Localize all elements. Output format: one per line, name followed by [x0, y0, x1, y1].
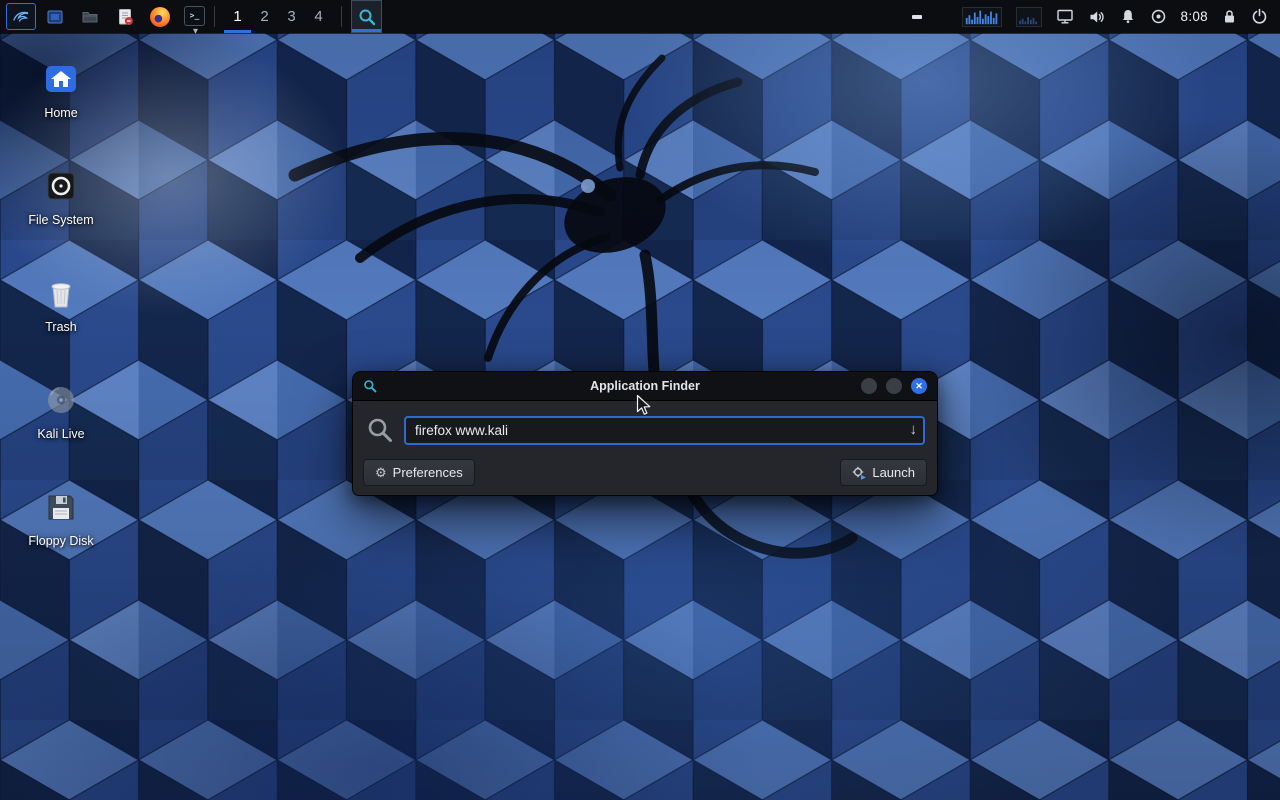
workspace-switcher: 1 2 3 4	[224, 0, 332, 33]
volume-tray-item[interactable]	[1088, 8, 1106, 26]
panel-separator	[214, 6, 215, 27]
launch-icon	[852, 466, 866, 480]
status-circle-icon	[1150, 8, 1167, 25]
terminal-launcher[interactable]: >_ ▾	[184, 6, 205, 28]
desktop-icon-label: Trash	[45, 320, 77, 334]
status-circle-tray-item[interactable]	[1150, 8, 1167, 25]
network-graph-icon[interactable]	[1016, 7, 1042, 27]
window-controls: ✕	[861, 378, 927, 394]
file-system-icon	[44, 169, 78, 203]
show-desktop-launcher[interactable]	[44, 6, 66, 28]
logout-tray-item[interactable]	[1251, 8, 1268, 25]
window-title: Application Finder	[353, 379, 937, 393]
terminal-prompt-glyph: >_	[190, 11, 200, 20]
bell-icon	[1120, 8, 1136, 25]
home-icon	[44, 62, 78, 96]
history-dropdown-icon[interactable]: ↓	[910, 421, 918, 438]
minimize-button[interactable]	[861, 378, 877, 394]
notifications-tray-item[interactable]	[1120, 8, 1136, 25]
workspace-3[interactable]: 3	[278, 0, 305, 33]
top-panel: >_ ▾ 1 2 3 4	[0, 0, 1280, 33]
desktop-icon-label: Floppy Disk	[28, 534, 93, 548]
close-icon: ✕	[915, 382, 923, 391]
workspace-4[interactable]: 4	[305, 0, 332, 33]
display-settings-tray-item[interactable]	[1056, 8, 1074, 25]
maximize-button[interactable]	[886, 378, 902, 394]
search-input[interactable]	[404, 416, 925, 445]
panel-separator	[341, 6, 342, 27]
desktop-icon-kali-live[interactable]: Kali Live	[16, 377, 106, 484]
trash-icon	[44, 276, 78, 310]
application-finder-window: Application Finder ✕ ↓ ⚙ Preferences	[352, 371, 938, 496]
desktop-icon-column: Home File System Trash	[16, 56, 106, 591]
system-tray: 8:08	[912, 7, 1274, 27]
firefox-launcher[interactable]	[149, 6, 171, 28]
launch-button[interactable]: Launch	[840, 459, 927, 486]
desktop-icon-file-system[interactable]: File System	[16, 163, 106, 270]
close-button[interactable]: ✕	[911, 378, 927, 394]
text-editor-launcher[interactable]	[114, 6, 136, 28]
lock-icon	[1222, 8, 1237, 25]
desktop-icon-label: Kali Live	[37, 427, 84, 441]
folder-icon	[80, 7, 100, 27]
workspace-1[interactable]: 1	[224, 0, 251, 33]
firefox-icon	[150, 7, 170, 27]
monitor-icon	[1056, 8, 1074, 25]
preferences-button[interactable]: ⚙ Preferences	[363, 459, 475, 486]
chevron-down-icon[interactable]: ▾	[193, 26, 198, 37]
kali-logo-icon	[11, 7, 31, 27]
panel-launchers: >_ ▾	[44, 6, 205, 28]
desktop-icon-label: File System	[28, 213, 93, 227]
button-row: ⚙ Preferences Launch	[363, 459, 927, 486]
titlebar[interactable]: Application Finder ✕	[353, 372, 937, 401]
taskbar-application-finder[interactable]	[351, 0, 382, 33]
kali-live-disk-icon	[44, 383, 78, 417]
search-entry-wrap: ↓	[404, 416, 925, 445]
gear-icon: ⚙	[375, 466, 387, 479]
tray-indicator	[912, 15, 922, 19]
desktop-icon-floppy-disk[interactable]: Floppy Disk	[16, 484, 106, 591]
speaker-icon	[1088, 8, 1106, 26]
preferences-label: Preferences	[393, 465, 463, 480]
desktop-icon-label: Home	[44, 106, 77, 120]
launch-label: Launch	[872, 465, 915, 480]
window-icon	[45, 7, 65, 27]
cpu-graph-icon[interactable]	[962, 7, 1002, 27]
search-icon	[365, 415, 395, 445]
desktop-icon-trash[interactable]: Trash	[16, 270, 106, 377]
panel-clock[interactable]: 8:08	[1181, 9, 1208, 24]
search-row: ↓	[363, 415, 927, 445]
applications-menu-button[interactable]	[6, 3, 36, 30]
application-finder-icon	[358, 8, 376, 26]
floppy-disk-icon	[44, 490, 78, 524]
keyring-tray-item[interactable]	[1222, 8, 1237, 25]
window-app-icon	[363, 379, 377, 393]
power-icon	[1251, 8, 1268, 25]
file-manager-launcher[interactable]	[79, 6, 101, 28]
workspace-2[interactable]: 2	[251, 0, 278, 33]
desktop-icon-home[interactable]: Home	[16, 56, 106, 163]
finder-body: ↓ ⚙ Preferences Launch	[353, 401, 937, 495]
document-icon	[115, 7, 135, 27]
terminal-icon: >_	[184, 6, 205, 26]
